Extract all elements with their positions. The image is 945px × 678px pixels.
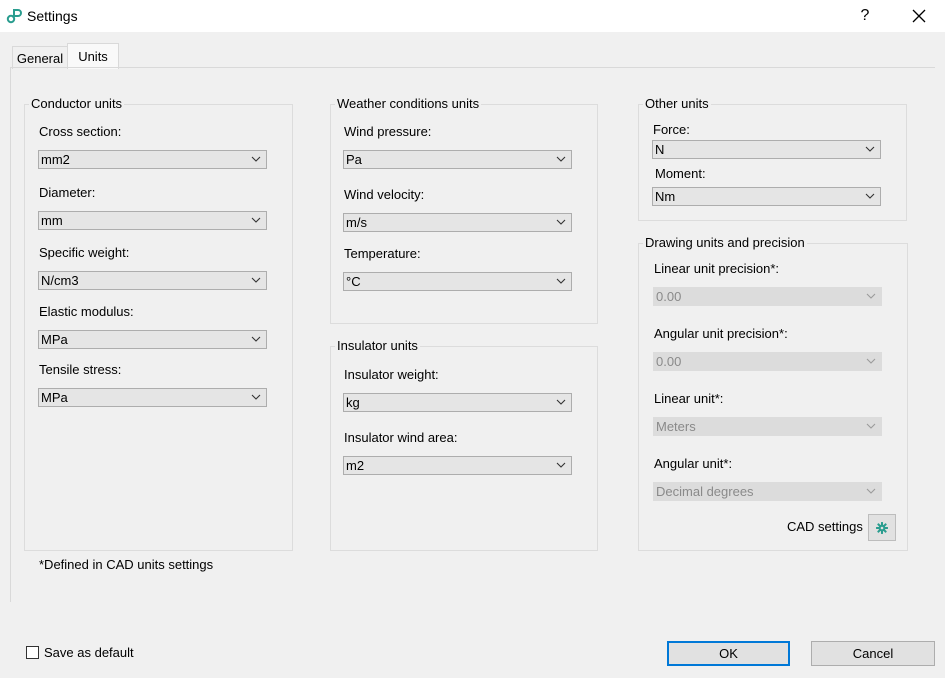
- diameter-value: mm: [41, 213, 63, 228]
- insulator-wind-area-label: Insulator wind area:: [344, 430, 458, 445]
- force-select[interactable]: N: [652, 140, 881, 159]
- wind-pressure-value: Pa: [346, 152, 362, 167]
- linear-precision-select: 0.00: [653, 287, 882, 306]
- elastic-modulus-value: MPa: [41, 332, 68, 347]
- chevron-down-icon: [866, 488, 876, 494]
- chevron-down-icon: [251, 394, 261, 400]
- linear-unit-label: Linear unit*:: [654, 391, 724, 406]
- chevron-down-icon: [251, 277, 261, 283]
- linear-unit-value: Meters: [656, 419, 696, 434]
- insulator-weight-label: Insulator weight:: [344, 367, 439, 382]
- angular-precision-value: 0.00: [656, 354, 682, 369]
- save-as-default-label[interactable]: Save as default: [44, 645, 134, 660]
- conductor-units-title: Conductor units: [29, 96, 125, 111]
- elastic-modulus-select[interactable]: MPa: [38, 330, 267, 349]
- moment-select[interactable]: Nm: [652, 187, 881, 206]
- wind-velocity-select[interactable]: m/s: [343, 213, 572, 232]
- chevron-down-icon: [866, 293, 876, 299]
- temperature-select[interactable]: °C: [343, 272, 572, 291]
- diameter-select[interactable]: mm: [38, 211, 267, 230]
- chevron-down-icon: [556, 156, 566, 162]
- tensile-stress-value: MPa: [41, 390, 68, 405]
- ok-button[interactable]: OK: [667, 641, 790, 666]
- cad-footnote: *Defined in CAD units settings: [39, 557, 214, 572]
- force-value: N: [655, 142, 665, 157]
- angular-unit-value: Decimal degrees: [656, 484, 754, 499]
- chevron-down-icon: [866, 358, 876, 364]
- save-as-default-checkbox[interactable]: [26, 646, 39, 659]
- insulator-weight-select[interactable]: kg: [343, 393, 572, 412]
- close-button[interactable]: [896, 0, 942, 32]
- wind-pressure-select[interactable]: Pa: [343, 150, 572, 169]
- chevron-down-icon: [865, 146, 875, 152]
- wind-pressure-label: Wind pressure:: [344, 124, 432, 139]
- insulator-wind-area-value: m2: [346, 458, 365, 473]
- app-logo-icon: [6, 9, 22, 24]
- angular-unit-select: Decimal degrees: [653, 482, 882, 501]
- other-units-title: Other units: [643, 96, 711, 111]
- moment-label: Moment:: [655, 166, 706, 181]
- chevron-down-icon: [556, 278, 566, 284]
- specific-weight-label: Specific weight:: [39, 245, 130, 260]
- drawing-units-title: Drawing units and precision: [643, 235, 807, 250]
- wind-velocity-label: Wind velocity:: [344, 187, 425, 202]
- elastic-modulus-label: Elastic modulus:: [39, 304, 134, 319]
- chevron-down-icon: [251, 156, 261, 162]
- linear-precision-label: Linear unit precision*:: [654, 261, 780, 276]
- wind-velocity-value: m/s: [346, 215, 367, 230]
- tab-units[interactable]: Units: [67, 43, 119, 69]
- weather-units-title: Weather conditions units: [335, 96, 482, 111]
- help-button[interactable]: ?: [842, 0, 888, 32]
- chevron-down-icon: [251, 336, 261, 342]
- temperature-value: °C: [346, 274, 361, 289]
- cross-section-select[interactable]: mm2: [38, 150, 267, 169]
- cross-section-label: Cross section:: [39, 124, 122, 139]
- linear-precision-value: 0.00: [656, 289, 682, 304]
- tensile-stress-select[interactable]: MPa: [38, 388, 267, 407]
- close-icon: [912, 9, 926, 23]
- cad-settings-button[interactable]: [868, 514, 896, 541]
- title-bar: Settings ?: [0, 0, 945, 32]
- diameter-label: Diameter:: [39, 185, 96, 200]
- insulator-wind-area-select[interactable]: m2: [343, 456, 572, 475]
- window-title: Settings: [27, 8, 78, 24]
- force-label: Force:: [653, 122, 690, 137]
- chevron-down-icon: [251, 217, 261, 223]
- conductor-units-group: Conductor units: [24, 96, 293, 551]
- angular-unit-label: Angular unit*:: [654, 456, 733, 471]
- tensile-stress-label: Tensile stress:: [39, 362, 122, 377]
- cancel-button[interactable]: Cancel: [811, 641, 935, 666]
- specific-weight-select[interactable]: N/cm3: [38, 271, 267, 290]
- gear-icon: [876, 521, 888, 534]
- moment-value: Nm: [655, 189, 676, 204]
- chevron-down-icon: [866, 423, 876, 429]
- chevron-down-icon: [556, 399, 566, 405]
- specific-weight-value: N/cm3: [41, 273, 79, 288]
- angular-precision-select: 0.00: [653, 352, 882, 371]
- linear-unit-select: Meters: [653, 417, 882, 436]
- insulator-units-title: Insulator units: [335, 338, 420, 353]
- chevron-down-icon: [865, 193, 875, 199]
- cross-section-value: mm2: [41, 152, 70, 167]
- cad-settings-label: CAD settings: [787, 519, 863, 534]
- angular-precision-label: Angular unit precision*:: [654, 326, 788, 341]
- chevron-down-icon: [556, 219, 566, 225]
- tab-general[interactable]: General: [12, 46, 68, 69]
- temperature-label: Temperature:: [344, 246, 421, 261]
- chevron-down-icon: [556, 462, 566, 468]
- insulator-weight-value: kg: [346, 395, 360, 410]
